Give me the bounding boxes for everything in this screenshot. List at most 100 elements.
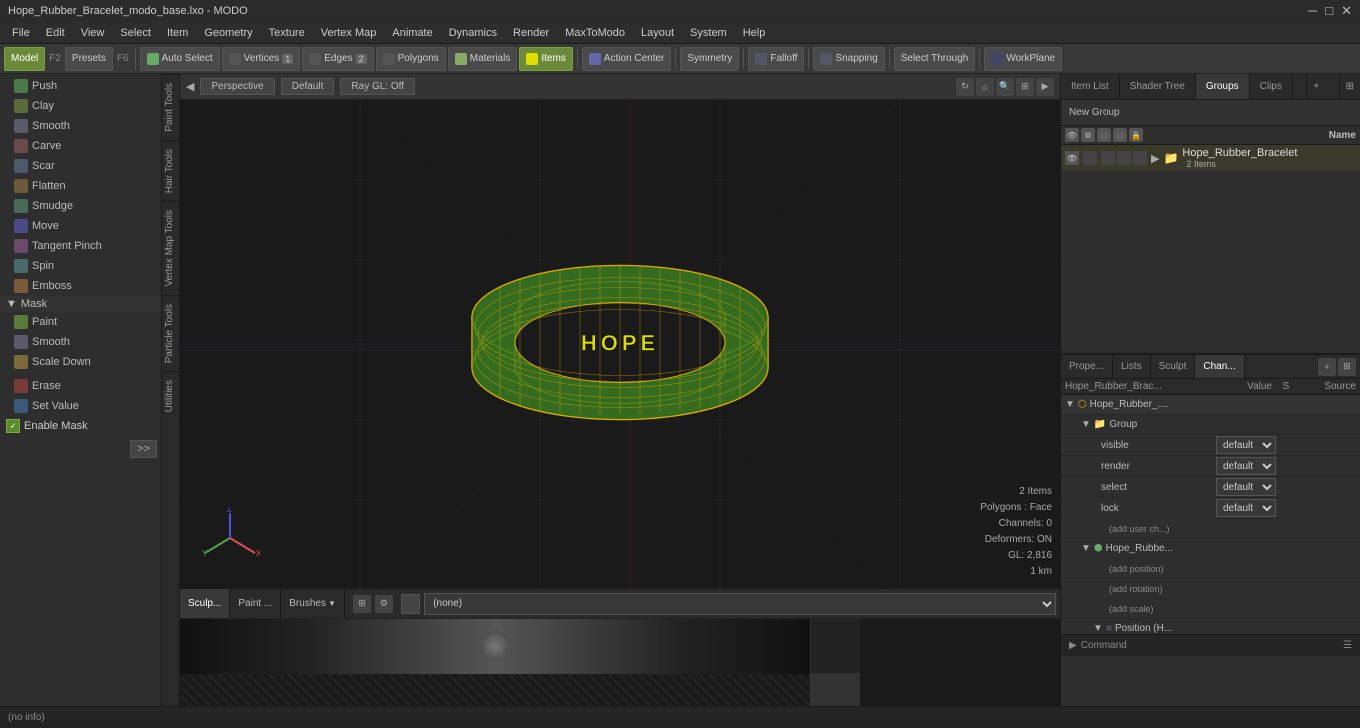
paint-tab[interactable]: Paint ...	[230, 589, 281, 618]
viewport-icon-expand[interactable]: ⊞	[1016, 78, 1034, 96]
brush-dropdown[interactable]: (none)	[424, 593, 1056, 615]
groups-tab[interactable]: Groups	[1196, 74, 1250, 99]
chan-add-user-link[interactable]: (add user ch...)	[1093, 524, 1170, 534]
chan-add-scale-link[interactable]: (add scale)	[1093, 604, 1154, 614]
eye-icon[interactable]: 👁	[1065, 128, 1079, 142]
menu-texture[interactable]: Texture	[261, 22, 313, 43]
anim-toggle[interactable]	[1101, 151, 1115, 165]
presets-button[interactable]: Presets	[65, 47, 113, 71]
viewport-nav-back[interactable]: ◀	[186, 80, 194, 93]
menu-view[interactable]: View	[73, 22, 113, 43]
chan-expand-icon[interactable]: ⊞	[1338, 358, 1356, 376]
viewport-icon-rotate[interactable]: ↻	[956, 78, 974, 96]
chan-add-rotation-link[interactable]: (add rotation)	[1093, 584, 1163, 594]
tool-flatten[interactable]: Flatten	[0, 176, 161, 196]
symmetry-button[interactable]: Symmetry	[680, 47, 739, 71]
tool-push[interactable]: Push	[0, 76, 161, 96]
chan-render-select[interactable]: default	[1216, 457, 1276, 475]
group-expand-arrow[interactable]: ▶	[1151, 152, 1159, 165]
lock-icon[interactable]: 🔒	[1129, 128, 1143, 142]
viewport-icon-home[interactable]: ⌂	[976, 78, 994, 96]
menu-file[interactable]: File	[4, 22, 38, 43]
menu-help[interactable]: Help	[735, 22, 774, 43]
3d-viewport[interactable]: HOPE 2 Items Polygons : Face Channels: 0…	[180, 100, 1060, 588]
menu-item[interactable]: Item	[159, 22, 196, 43]
chan-add-position-link[interactable]: (add position)	[1093, 564, 1164, 574]
select-through-button[interactable]: Select Through	[894, 47, 976, 71]
render-toggle[interactable]	[1083, 151, 1097, 165]
workplane-button[interactable]: WorkPlane	[984, 47, 1062, 71]
anim-icon[interactable]: □	[1113, 128, 1127, 142]
channels-tab[interactable]: Chan...	[1195, 355, 1244, 378]
edges-button[interactable]: Edges 2	[302, 47, 373, 71]
visibility-icon[interactable]: 👁	[1065, 151, 1079, 165]
hair-tools-tab[interactable]: Hair Tools	[162, 140, 179, 201]
vertices-button[interactable]: Vertices 1	[222, 47, 301, 71]
chan-hope-expand[interactable]: ▼	[1065, 399, 1075, 410]
mask-section-header[interactable]: ▼ Mask	[0, 296, 161, 312]
menu-system[interactable]: System	[682, 22, 735, 43]
shader-tree-tab[interactable]: Shader Tree	[1120, 74, 1196, 99]
tool-scar[interactable]: Scar	[0, 156, 161, 176]
tool-set-value[interactable]: Set Value	[0, 396, 161, 416]
item-list-tab[interactable]: Item List	[1061, 74, 1120, 99]
viewport-icon-search[interactable]: 🔍	[996, 78, 1014, 96]
add-panel-btn[interactable]: +	[1306, 74, 1325, 99]
tool-smooth-2[interactable]: Smooth	[0, 332, 161, 352]
chan-select-select[interactable]: default	[1216, 478, 1276, 496]
chan-add-icon[interactable]: +	[1318, 358, 1336, 376]
viewport-icon-nav[interactable]: ▶	[1036, 78, 1054, 96]
auto-select-button[interactable]: Auto Select	[140, 47, 220, 71]
properties-tab[interactable]: Prope...	[1061, 355, 1113, 378]
sculpt-tab[interactable]: Sculp...	[180, 589, 230, 618]
viewport-tab-raygl[interactable]: Ray GL: Off	[340, 78, 415, 95]
bottom-expand-icon[interactable]: ⊞	[353, 595, 371, 613]
items-button[interactable]: Items	[519, 47, 572, 71]
render-icon[interactable]: □	[1097, 128, 1111, 142]
chan-visible-select[interactable]: default	[1216, 436, 1276, 454]
chan-lock-select[interactable]: default	[1216, 499, 1276, 517]
falloff-button[interactable]: Falloff	[748, 47, 804, 71]
particle-tools-tab[interactable]: Particle Tools	[162, 295, 179, 371]
chan-mesh-expand[interactable]: ▼	[1081, 543, 1091, 554]
menu-select[interactable]: Select	[112, 22, 159, 43]
tool-move[interactable]: Move	[0, 216, 161, 236]
chan-group-expand[interactable]: ▼	[1081, 419, 1091, 430]
clips-tab[interactable]: Clips	[1250, 74, 1293, 99]
utilities-tab[interactable]: Utilities	[162, 371, 179, 420]
tool-spin[interactable]: Spin	[0, 256, 161, 276]
tool-smooth-1[interactable]: Smooth	[0, 116, 161, 136]
tool-clay[interactable]: Clay	[0, 96, 161, 116]
expand-button[interactable]: >>	[130, 440, 157, 458]
menu-animate[interactable]: Animate	[384, 22, 440, 43]
expand-panel-btn[interactable]: ⊞	[1339, 74, 1360, 99]
menu-edit[interactable]: Edit	[38, 22, 73, 43]
tool-emboss[interactable]: Emboss	[0, 276, 161, 296]
menu-geometry[interactable]: Geometry	[196, 22, 260, 43]
paint-tools-tab[interactable]: Paint Tools	[162, 74, 179, 140]
new-group-button[interactable]: New Group	[1069, 107, 1120, 118]
sculpt-chan-tab[interactable]: Sculpt	[1151, 355, 1196, 378]
materials-button[interactable]: Materials	[448, 47, 518, 71]
viewport-tab-default[interactable]: Default	[281, 78, 335, 95]
extra-toggle[interactable]	[1117, 151, 1131, 165]
tool-paint[interactable]: Paint	[0, 312, 161, 332]
menu-layout[interactable]: Layout	[633, 22, 682, 43]
minimize-button[interactable]: ─	[1308, 3, 1317, 19]
tool-scale-down[interactable]: Scale Down	[0, 352, 161, 372]
enable-mask-checkbox[interactable]: ✓ Enable Mask	[0, 416, 161, 436]
menu-maxtomodo[interactable]: MaxToModo	[557, 22, 633, 43]
viewport-tab-perspective[interactable]: Perspective	[200, 78, 274, 95]
lock-toggle[interactable]	[1133, 151, 1147, 165]
tool-carve[interactable]: Carve	[0, 136, 161, 156]
maximize-button[interactable]: □	[1325, 3, 1333, 19]
menu-vertex-map[interactable]: Vertex Map	[313, 22, 385, 43]
chan-pos-expand[interactable]: ▼	[1093, 623, 1103, 634]
vertex-map-tools-tab[interactable]: Vertex Map Tools	[162, 201, 179, 295]
model-mode-button[interactable]: Model	[4, 47, 45, 71]
menu-dynamics[interactable]: Dynamics	[441, 22, 505, 43]
menu-render[interactable]: Render	[505, 22, 557, 43]
group-row-hope[interactable]: 👁 ▶ 📁 Hope_Rubber_Bracelet 2 Items	[1061, 145, 1360, 172]
polygons-button[interactable]: Polygons	[376, 47, 446, 71]
snapping-button[interactable]: Snapping	[813, 47, 884, 71]
